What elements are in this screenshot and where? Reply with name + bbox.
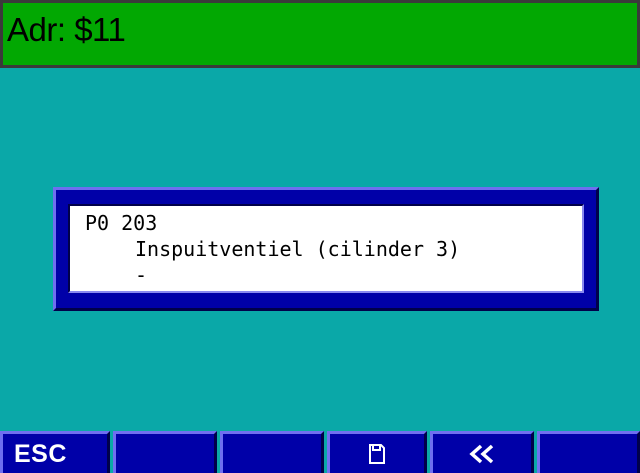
save-icon [369,443,385,464]
function-key-2[interactable] [113,431,217,473]
message-dialog: P0 203 Inspuitventiel (cilinder 3) - [53,187,599,311]
screen: Adr: $11 P0 203 Inspuitventiel (cilinder… [0,0,640,473]
header-bar: Adr: $11 [0,0,640,68]
fault-code: P0 203 [85,211,158,235]
esc-button[interactable]: ESC [0,431,110,473]
fault-detail: - [135,263,148,287]
esc-label: ESC [14,439,67,468]
rewind-button[interactable] [430,431,534,473]
function-key-bar: ESC [0,431,640,473]
save-button[interactable] [327,431,427,473]
rewind-icon [469,444,494,463]
fault-description: Inspuitventiel (cilinder 3) [135,237,461,261]
function-key-3[interactable] [220,431,324,473]
address-title: Adr: $11 [7,11,126,48]
function-key-6[interactable] [537,431,640,473]
message-panel: P0 203 Inspuitventiel (cilinder 3) - [68,204,584,293]
